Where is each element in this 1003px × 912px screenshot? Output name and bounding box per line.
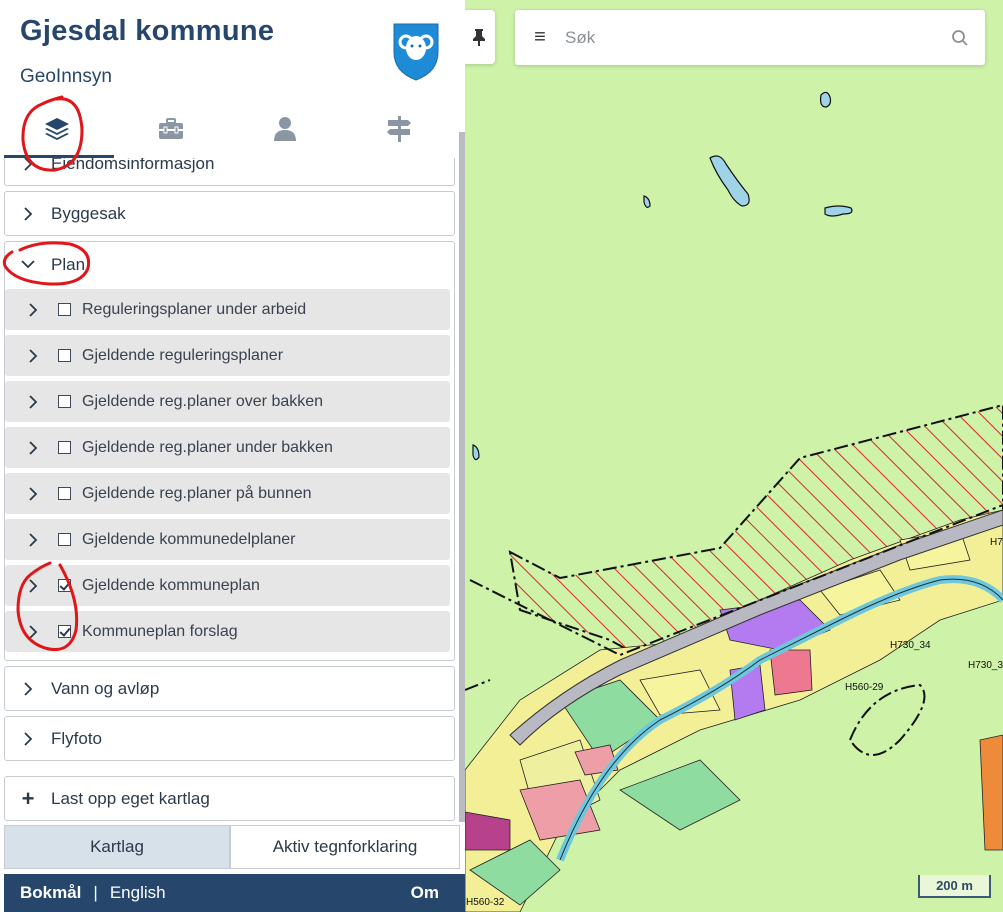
tab-layers[interactable] xyxy=(0,100,114,158)
layer-label: Reguleringsplaner under arbeid xyxy=(82,300,307,318)
header: Gjesdal kommune GeoInnsyn xyxy=(0,0,465,100)
chevron-right-icon[interactable] xyxy=(25,440,41,455)
tab-aktiv-tegnforklaring[interactable]: Aktiv tegnforklaring xyxy=(230,825,460,869)
signpost-icon xyxy=(387,116,411,142)
group-label: Plan xyxy=(51,254,86,274)
pin-icon xyxy=(473,29,485,46)
layer-label: Gjeldende kommuneplan xyxy=(82,576,260,594)
svg-text:H560-32: H560-32 xyxy=(466,897,505,908)
layer-label: Gjeldende reg.planer under bakken xyxy=(82,438,333,456)
chevron-right-icon[interactable] xyxy=(25,302,41,317)
group-flyfoto[interactable]: Flyfoto xyxy=(4,716,455,761)
layer-checkbox[interactable] xyxy=(58,395,71,408)
plan-layer-row[interactable]: Gjeldende reg.planer over bakken xyxy=(5,381,450,422)
layer-checkbox[interactable] xyxy=(58,533,71,546)
layer-label: Gjeldende reg.planer over bakken xyxy=(82,392,324,410)
group-label: Eiendomsinformasjon xyxy=(51,158,215,173)
plus-icon: + xyxy=(21,786,35,811)
user-icon xyxy=(274,117,296,141)
chevron-right-icon xyxy=(21,732,35,746)
chevron-right-icon[interactable] xyxy=(25,578,41,593)
municipality-crest-logo xyxy=(393,23,439,81)
layer-checkbox[interactable] xyxy=(58,487,71,500)
tab-kartlag[interactable]: Kartlag xyxy=(4,825,230,869)
chevron-right-icon[interactable] xyxy=(25,348,41,363)
layer-label: Gjeldende reguleringsplaner xyxy=(82,346,284,364)
layer-panel: Eiendomsinformasjon Byggesak Plan Regule… xyxy=(0,158,465,821)
search-input[interactable] xyxy=(565,27,935,48)
plan-layer-row[interactable]: Gjeldende reguleringsplaner xyxy=(5,335,450,376)
svg-text:H730_34: H730_34 xyxy=(890,640,931,651)
footer: Bokmål | English Om xyxy=(4,874,465,912)
svg-text:H7: H7 xyxy=(990,537,1003,548)
tab-tools[interactable] xyxy=(114,100,228,158)
svg-text:H730_3: H730_3 xyxy=(968,660,1003,671)
plan-layer-row[interactable]: Reguleringsplaner under arbeid xyxy=(5,289,450,330)
lang-separator: | xyxy=(93,883,98,902)
upload-layer-button[interactable]: + Last opp eget kartlag xyxy=(4,776,455,821)
app-subtitle: GeoInnsyn xyxy=(20,66,112,87)
layer-checkbox[interactable] xyxy=(58,349,71,362)
sidebar: Gjesdal kommune GeoInnsyn Eiendomsinform… xyxy=(0,0,465,912)
pin-button[interactable] xyxy=(463,10,495,64)
layer-checkbox[interactable] xyxy=(58,579,71,592)
plan-layer-row[interactable]: Kommuneplan forslag xyxy=(5,611,450,652)
lang-bokmal[interactable]: Bokmål xyxy=(20,883,81,903)
chevron-right-icon xyxy=(21,682,35,696)
chevron-right-icon[interactable] xyxy=(25,394,41,409)
plan-layer-row[interactable]: Gjeldende reg.planer på bunnen xyxy=(5,473,450,514)
group-vann-og-avlop[interactable]: Vann og avløp xyxy=(4,666,455,711)
chevron-right-icon xyxy=(21,158,35,171)
toolbox-icon xyxy=(159,118,183,139)
bottom-tabs: Kartlag Aktiv tegnforklaring xyxy=(4,825,460,869)
group-byggesak[interactable]: Byggesak xyxy=(4,191,455,236)
menu-icon[interactable]: ≡ xyxy=(515,26,565,49)
search-bar: ≡ xyxy=(515,10,985,65)
chevron-right-icon xyxy=(21,207,35,221)
sidebar-tabs xyxy=(0,100,465,158)
app-title: Gjesdal kommune xyxy=(20,15,275,47)
group-label: Flyfoto xyxy=(51,729,103,748)
about-link[interactable]: Om xyxy=(411,883,439,903)
group-eiendomsinformasjon[interactable]: Eiendomsinformasjon xyxy=(4,158,455,186)
svg-text:H560-29: H560-29 xyxy=(845,682,884,693)
group-label: Vann og avløp xyxy=(51,679,160,698)
layer-label: Kommuneplan forslag xyxy=(82,622,238,640)
plan-layer-row[interactable]: Gjeldende reg.planer under bakken xyxy=(5,427,450,468)
layer-label: Gjeldende kommunedelplaner xyxy=(82,530,296,548)
layer-label: Gjeldende reg.planer på bunnen xyxy=(82,484,312,502)
lang-english[interactable]: English xyxy=(110,883,166,903)
scale-bar: 200 m xyxy=(918,875,991,898)
chevron-right-icon[interactable] xyxy=(25,486,41,501)
tab-directions[interactable] xyxy=(342,100,456,158)
plan-layer-row[interactable]: Gjeldende kommuneplan xyxy=(5,565,450,606)
chevron-right-icon[interactable] xyxy=(25,624,41,639)
layer-checkbox[interactable] xyxy=(58,441,71,454)
chevron-down-icon xyxy=(21,260,35,269)
layer-checkbox[interactable] xyxy=(58,625,71,638)
search-icon[interactable] xyxy=(935,29,985,47)
layers-icon xyxy=(45,118,69,140)
plan-layer-row[interactable]: Gjeldende kommunedelplaner xyxy=(5,519,450,560)
layer-checkbox[interactable] xyxy=(58,303,71,316)
scale-label: 200 m xyxy=(936,878,973,893)
group-label: Byggesak xyxy=(51,204,126,223)
tab-user[interactable] xyxy=(228,100,342,158)
chevron-right-icon[interactable] xyxy=(25,532,41,547)
upload-label: Last opp eget kartlag xyxy=(51,789,210,808)
